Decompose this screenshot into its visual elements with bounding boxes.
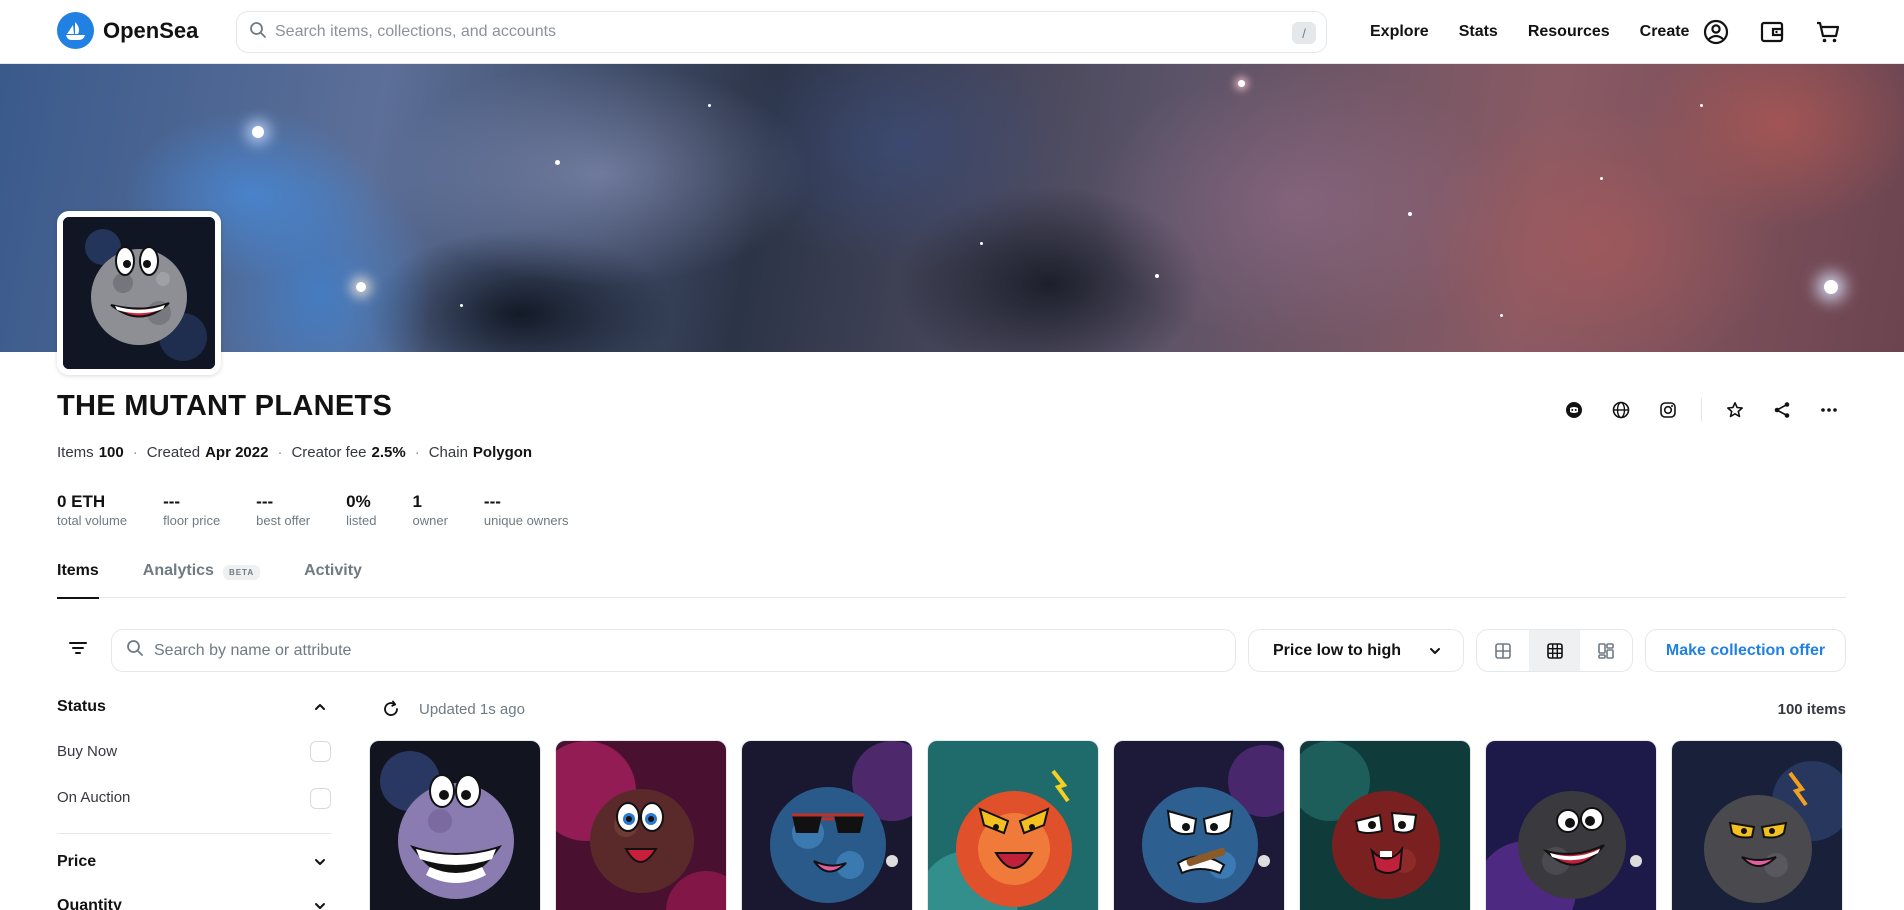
filter-icon [68, 638, 88, 663]
nft-image [1114, 741, 1284, 910]
meta-items: Items 100 [57, 444, 124, 461]
quantity-filter-heading[interactable]: Quantity [57, 897, 122, 910]
search-icon [249, 21, 267, 44]
sort-dropdown[interactable]: Price low to high [1248, 629, 1464, 672]
global-search-input[interactable] [275, 23, 1175, 41]
on-auction-checkbox[interactable] [310, 788, 331, 809]
meta-creator-fee: Creator fee 2.5% [291, 444, 406, 461]
compact-grid-view-button[interactable] [1528, 630, 1581, 671]
sidebar-divider [57, 833, 331, 834]
opensea-logo[interactable]: OpenSea [57, 12, 198, 49]
tab-activity[interactable]: Activity [304, 562, 362, 598]
status-filter-heading[interactable]: Status [57, 698, 106, 716]
search-shortcut-key: / [1292, 22, 1316, 44]
nav-explore[interactable]: Explore [1370, 23, 1429, 41]
nft-card[interactable] [927, 740, 1099, 910]
chevron-down-icon[interactable] [312, 854, 328, 875]
items-grid [369, 740, 1857, 910]
nft-card[interactable] [741, 740, 913, 910]
items-search[interactable] [111, 629, 1236, 672]
stat-owner: 1 owner [412, 492, 448, 528]
buy-now-checkbox[interactable] [310, 741, 331, 762]
nft-image [1672, 741, 1842, 910]
collection-actions [1560, 398, 1862, 422]
discord-icon[interactable] [1560, 398, 1588, 422]
globe-icon[interactable] [1607, 398, 1635, 422]
star-icon[interactable] [1721, 398, 1749, 422]
global-search[interactable]: / [236, 11, 1327, 53]
chevron-down-icon[interactable] [312, 898, 328, 910]
chevron-up-icon[interactable] [312, 699, 328, 720]
wallet-icon[interactable] [1758, 18, 1786, 46]
stat-best-offer: --- best offer [256, 492, 311, 528]
collection-title: THE MUTANT PLANETS [57, 390, 393, 422]
chevron-down-icon [1427, 643, 1443, 664]
status-option-buy-now[interactable]: Buy Now [57, 743, 117, 760]
opensea-logo-icon [57, 12, 94, 49]
view-toggle [1476, 629, 1633, 672]
stat-listed: 0% listed [346, 492, 377, 528]
actions-divider [1701, 398, 1702, 422]
nft-image [928, 741, 1098, 910]
collection-stats: 0 ETH total volume --- floor price --- best… [57, 492, 604, 528]
search-icon [126, 639, 144, 662]
sort-value: Price low to high [1273, 641, 1402, 659]
more-icon[interactable] [1815, 398, 1843, 422]
nft-image [370, 741, 540, 910]
collection-meta: Items 100 · Created Apr 2022 · Creator fee… [57, 444, 533, 461]
items-search-input[interactable] [154, 641, 1154, 660]
large-grid-view-button[interactable] [1477, 630, 1529, 671]
main-nav: Explore Stats Resources Create [1370, 0, 1719, 64]
updated-timestamp: Updated 1s ago [419, 701, 525, 718]
tab-items[interactable]: Items [57, 562, 99, 599]
nav-resources[interactable]: Resources [1528, 23, 1610, 41]
nav-create[interactable]: Create [1640, 23, 1690, 41]
meta-chain: Chain Polygon [428, 444, 533, 461]
nft-card[interactable] [1299, 740, 1471, 910]
price-filter-heading[interactable]: Price [57, 853, 96, 871]
brand-name: OpenSea [103, 17, 199, 43]
collection-tabs: Items Analytics BETA Activity [57, 562, 1846, 599]
status-option-on-auction[interactable]: On Auction [57, 789, 130, 806]
refresh-icon[interactable] [382, 700, 400, 723]
stat-unique-owners: --- unique owners [483, 492, 569, 528]
nft-card[interactable] [369, 740, 541, 910]
header-icons [1702, 18, 1870, 46]
item-count: 100 items [1777, 701, 1846, 718]
collection-avatar [57, 211, 221, 375]
nft-card[interactable] [555, 740, 727, 910]
meta-created: Created Apr 2022 [146, 444, 269, 461]
nft-card[interactable] [1671, 740, 1843, 910]
beta-badge: BETA [222, 565, 261, 580]
account-icon[interactable] [1702, 18, 1730, 46]
mosaic-view-button[interactable] [1580, 630, 1632, 671]
nft-image [742, 741, 912, 910]
cart-icon[interactable] [1814, 18, 1842, 46]
share-icon[interactable] [1768, 398, 1796, 422]
tab-analytics[interactable]: Analytics BETA [143, 562, 261, 598]
nft-card[interactable] [1485, 740, 1657, 910]
top-header: OpenSea / Explore Stats Resources Create [0, 0, 1904, 64]
collection-banner [0, 64, 1904, 352]
nft-image [1486, 741, 1656, 910]
stat-floor-price: --- floor price [163, 492, 221, 528]
nft-card[interactable] [1113, 740, 1285, 910]
stat-total-volume: 0 ETH total volume [57, 492, 128, 528]
nav-stats[interactable]: Stats [1459, 23, 1498, 41]
instagram-icon[interactable] [1654, 398, 1682, 422]
make-collection-offer-button[interactable]: Make collection offer [1645, 629, 1846, 672]
nft-image [556, 741, 726, 910]
nft-image [1300, 741, 1470, 910]
filter-toggle-button[interactable] [57, 629, 99, 671]
